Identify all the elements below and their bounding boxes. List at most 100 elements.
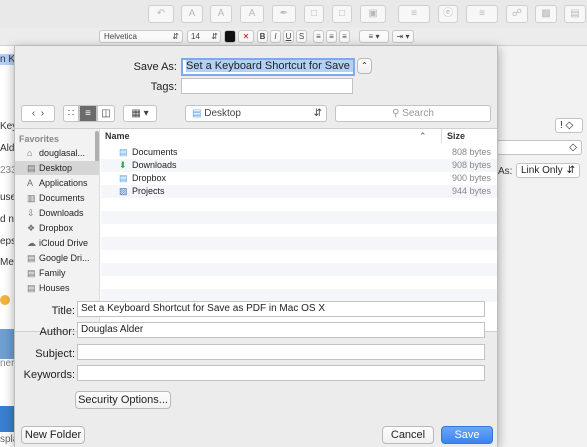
font-select[interactable]: Helvetica ⇵	[99, 30, 183, 43]
sidebar-item-desktop[interactable]: ▤ Desktop	[15, 161, 99, 175]
italic-button[interactable]: I	[270, 30, 281, 43]
image-button[interactable]: ▣	[360, 5, 386, 23]
group-by-button[interactable]: ▦ ▾	[123, 105, 157, 122]
orange-dot-icon	[0, 295, 10, 305]
file-name: Downloads	[132, 160, 177, 170]
file-name-cell: ▤ Dropbox	[119, 172, 166, 185]
bg-text-fragment: d na	[0, 214, 14, 225]
sidebar-item-downloads[interactable]: ⇩ Downloads	[15, 206, 99, 220]
dropbox-icon: ❖	[27, 223, 36, 233]
sidebar-item-label: Dropbox	[39, 223, 74, 233]
box-button[interactable]: □	[304, 5, 324, 23]
file-row[interactable]: ▨ Projects 944 bytes	[101, 185, 497, 198]
bg-text-fragment: use	[0, 192, 14, 203]
size-select[interactable]: 14 ⇵	[187, 30, 221, 43]
indent-select[interactable]: ⇥ ▾	[392, 30, 414, 43]
cloud-icon: ☁	[27, 238, 36, 248]
search-field[interactable]: ⚲ Search	[335, 105, 491, 122]
search-placeholder: Search	[402, 108, 434, 119]
bg-text-fragment: 233	[0, 165, 14, 176]
folder-icon: ▤	[192, 108, 202, 119]
tags-field[interactable]	[181, 78, 353, 94]
sort-chevron-icon[interactable]: ⌃	[419, 129, 427, 143]
bg-text-fragment: n Ke	[0, 54, 14, 65]
sidebar-item-dropbox[interactable]: ❖ Dropbox	[15, 221, 99, 235]
highlight-color-swatch[interactable]: ✕	[238, 30, 254, 43]
underline-button[interactable]: U	[283, 30, 294, 43]
location-select[interactable]: ▤ Desktop ⇵	[185, 105, 327, 122]
sidebar-item-label: Houses	[39, 283, 70, 293]
inspector-select[interactable]: ! ◇	[555, 118, 583, 133]
bg-text-fragment: spla	[0, 434, 14, 445]
align-button[interactable]: ≡	[466, 5, 498, 23]
box2-button[interactable]: □	[332, 5, 352, 23]
size-column-header[interactable]: Size	[441, 129, 465, 143]
spacing-select[interactable]: ≡ ▾	[359, 30, 389, 43]
sidebar-item-documents[interactable]: ▥ Documents	[15, 191, 99, 205]
security-options-button[interactable]: Security Options...	[75, 391, 171, 409]
sidebar-item-google-dri[interactable]: ▤ Google Dri...	[15, 251, 99, 265]
font-smaller-button[interactable]: A	[181, 5, 203, 23]
sidebar-item-label: Family	[39, 268, 66, 278]
file-size: 808 bytes	[451, 147, 491, 157]
file-size: 908 bytes	[451, 160, 491, 170]
expand-dialog-button[interactable]: ⌃	[357, 58, 372, 74]
empty-row	[101, 250, 497, 263]
file-row[interactable]: ▤ Documents 808 bytes	[101, 146, 497, 159]
inspector-select[interactable]: ◇	[496, 140, 582, 155]
keywords-field[interactable]	[77, 365, 485, 381]
link-select[interactable]: Link Only ⇵	[516, 163, 580, 178]
name-column-header[interactable]: Name	[105, 129, 130, 143]
author-label: Author:	[39, 326, 75, 338]
size-select-value: 14	[191, 32, 200, 41]
subject-label: Subject:	[35, 348, 75, 360]
highlight-button[interactable]: ✒	[272, 5, 296, 23]
file-row[interactable]: ▤ Dropbox 900 bytes	[101, 172, 497, 185]
sidebar-item-douglasal[interactable]: ⌂ douglasal...	[15, 146, 99, 160]
align-center-button[interactable]: ≡	[326, 30, 337, 43]
save-as-field[interactable]: Set a Keyboard Shortcut for Save as PDF	[181, 58, 355, 76]
strikethrough-button[interactable]: S	[296, 30, 307, 43]
image2-button[interactable]: ▩	[535, 5, 557, 23]
bg-text-fragment: Me	[0, 257, 14, 268]
undo-button[interactable]: ↶	[148, 5, 174, 23]
empty-row	[101, 211, 497, 224]
sidebar-item-label: Applications	[39, 178, 88, 188]
link-button[interactable]: ☍	[506, 5, 528, 23]
column-view-button[interactable]: ◫	[97, 105, 115, 122]
downloads-icon: ⇩	[27, 208, 35, 218]
sidebar-button[interactable]: ▤	[564, 5, 586, 23]
bg-text-fragment: eps	[0, 236, 14, 247]
list-button[interactable]: ≡	[398, 5, 430, 23]
empty-row	[101, 276, 497, 289]
cancel-button[interactable]: Cancel	[382, 426, 434, 444]
subject-field[interactable]	[77, 344, 485, 360]
empty-row	[101, 263, 497, 276]
text-style-button[interactable]: A	[240, 5, 264, 23]
annotate-button[interactable]: ⓔ	[438, 5, 458, 23]
align-left-button[interactable]: ≡	[313, 30, 324, 43]
file-row[interactable]: ⬇ Downloads 908 bytes	[101, 159, 497, 172]
downloads-icon: ⬇	[119, 160, 127, 170]
icon-view-button[interactable]: ∷	[63, 105, 79, 122]
sidebar-item-applications[interactable]: A Applications	[15, 176, 99, 190]
sidebar-item-icloud-drive[interactable]: ☁ iCloud Drive	[15, 236, 99, 250]
save-button[interactable]: Save	[441, 426, 493, 444]
empty-row	[101, 224, 497, 237]
author-field[interactable]: Douglas Alder	[77, 322, 485, 338]
font-larger-button[interactable]: A	[210, 5, 232, 23]
title-field[interactable]: Set a Keyboard Shortcut for Save as PDF …	[77, 301, 485, 317]
align-right-button[interactable]: ≡	[339, 30, 350, 43]
thumbnail-image	[0, 329, 14, 359]
list-view-button[interactable]: ≡	[79, 105, 97, 122]
applications-icon: A	[27, 178, 34, 188]
new-folder-button[interactable]: New Folder	[21, 426, 85, 444]
back-forward-buttons[interactable]: ‹ ›	[21, 105, 55, 122]
bold-button[interactable]: B	[257, 30, 268, 43]
sidebar-item-label: Google Dri...	[39, 253, 90, 263]
text-color-swatch[interactable]	[224, 30, 236, 43]
sidebar-item-label: iCloud Drive	[39, 238, 89, 248]
sidebar-item-houses[interactable]: ▤ Houses	[15, 281, 99, 295]
font-select-value: Helvetica	[104, 32, 137, 41]
sidebar-item-family[interactable]: ▤ Family	[15, 266, 99, 280]
